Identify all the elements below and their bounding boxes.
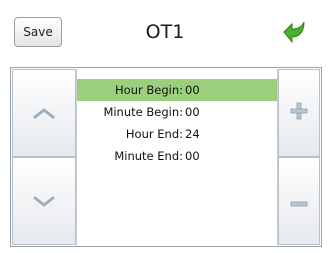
row-label: Hour Begin: <box>115 83 183 97</box>
chevron-down-icon <box>33 192 55 211</box>
row-value: 00 <box>185 105 200 119</box>
list-item-minute-end[interactable]: Minute End: 00 <box>77 145 277 167</box>
list-item-hour-end[interactable]: Hour End: 24 <box>77 123 277 145</box>
list-item-hour-begin[interactable]: Hour Begin: 00 <box>77 79 277 101</box>
scroll-down-button[interactable] <box>12 157 76 245</box>
scroll-up-button[interactable] <box>12 69 76 157</box>
plus-icon <box>290 102 308 124</box>
list-item-minute-begin[interactable]: Minute Begin: 00 <box>77 101 277 123</box>
row-value: 00 <box>185 83 200 97</box>
save-button[interactable]: Save <box>14 17 62 47</box>
increment-button[interactable] <box>278 69 320 157</box>
row-label: Minute Begin: <box>103 105 183 119</box>
minus-icon <box>290 192 308 211</box>
decrement-button[interactable] <box>278 157 320 245</box>
row-value: 00 <box>185 149 200 163</box>
chevron-up-icon <box>33 104 55 123</box>
time-settings-list: Hour Begin: 00 Minute Begin: 00 Hour End… <box>76 69 278 245</box>
row-label: Minute End: <box>114 149 183 163</box>
back-arrow-icon[interactable] <box>278 18 308 46</box>
row-value: 24 <box>185 127 200 141</box>
row-label: Hour End: <box>125 127 183 141</box>
page-title: OT1 <box>145 21 185 43</box>
